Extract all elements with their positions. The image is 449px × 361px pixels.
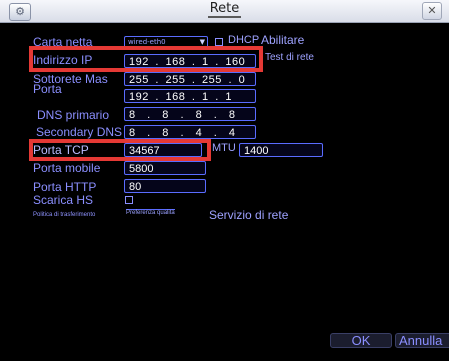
tcp-port-highlight — [29, 139, 211, 161]
http-port-label: Porta HTTP — [33, 180, 97, 194]
gateway-field[interactable]: 192 . 168 . 1 . 1 — [124, 89, 256, 103]
dhcp-enable-label: Abilitare — [261, 33, 305, 47]
transfer-policy-label: Politica di trasferimento — [33, 212, 96, 218]
hs-download-checkbox[interactable] — [125, 196, 133, 204]
window-title-text: Rete — [207, 1, 242, 18]
mobile-port-field[interactable]: 5800 — [124, 161, 206, 175]
ip-address-highlight — [29, 46, 263, 72]
dns-secondary-label: Secondary DNS — [36, 125, 123, 139]
network-test-link[interactable]: Test di rete — [265, 52, 314, 63]
mobile-port-label: Porta mobile — [33, 161, 101, 175]
dhcp-checkbox[interactable] — [215, 38, 223, 46]
transfer-policy-select[interactable]: Preferenza qualità — [126, 209, 175, 216]
close-icon[interactable]: ✕ — [422, 2, 442, 20]
network-settings-window: ⚙ Rete ✕ Carta netta wired-eth0 ▼ DHCP A… — [0, 0, 449, 361]
dns-primary-field[interactable]: 8 . 8 . 8 . 8 — [124, 107, 256, 121]
network-card-value: wired-eth0 — [128, 38, 166, 46]
dhcp-label: DHCP — [228, 34, 260, 46]
gateway-label: Porta — [33, 82, 62, 96]
mtu-field[interactable]: 1400 — [239, 143, 323, 157]
dns-secondary-field[interactable]: 8 . 8 . 4 . 4 — [124, 125, 256, 139]
window-title: Rete — [0, 1, 449, 18]
mtu-label: MTU — [212, 142, 236, 154]
subnet-mask-field[interactable]: 255 . 255 . 255 . 0 — [124, 72, 256, 86]
title-bar: ⚙ Rete ✕ — [0, 0, 449, 23]
hs-download-label: Scarica HS — [33, 193, 94, 207]
cancel-button[interactable]: Annulla — [395, 333, 449, 348]
ok-button[interactable]: OK — [330, 333, 392, 348]
dns-primary-label: DNS primario — [37, 108, 110, 122]
http-port-field[interactable]: 80 — [124, 179, 206, 193]
network-service-link[interactable]: Servizio di rete — [209, 208, 288, 222]
